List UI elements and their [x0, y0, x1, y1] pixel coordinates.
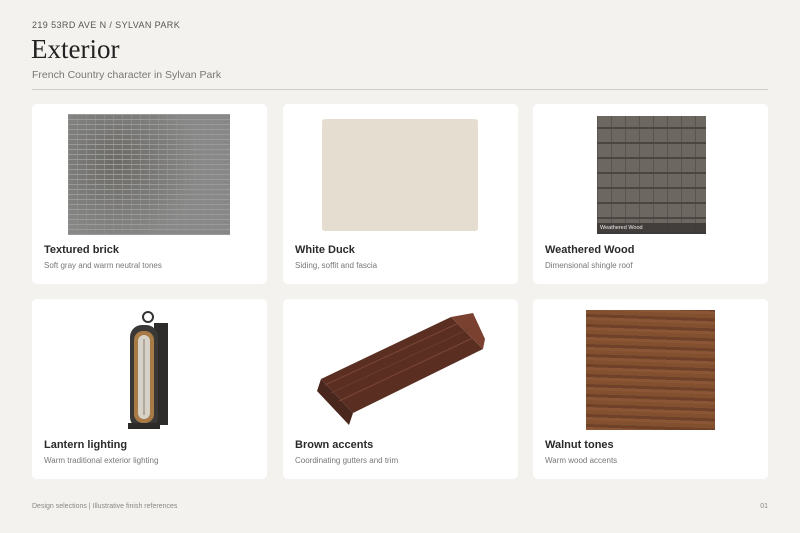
- footer-note: Design selections | Illustrative finish …: [32, 503, 178, 510]
- header-divider: [32, 89, 768, 90]
- roof-shingle-image: Weathered Wood: [597, 116, 706, 234]
- card-walnut-tones[interactable]: Walnut tones Warm wood accents: [533, 299, 768, 479]
- card-brown-accents[interactable]: Brown accents Coordinating gutters and t…: [283, 299, 518, 479]
- card-textured-brick[interactable]: Textured brick Soft gray and warm neutra…: [32, 104, 267, 284]
- lantern-image: [128, 311, 168, 429]
- paint-swatch: [322, 119, 478, 231]
- card-description: Warm traditional exterior lighting: [44, 456, 159, 465]
- card-title: Lantern lighting: [44, 439, 128, 451]
- card-title: White Duck: [295, 244, 355, 256]
- card-description: Warm wood accents: [545, 456, 618, 465]
- page-title: Exterior: [31, 34, 120, 64]
- brick-texture-image: [68, 114, 230, 235]
- card-title: Textured brick: [44, 244, 119, 256]
- card-title: Walnut tones: [545, 439, 614, 451]
- page-number: 01: [760, 503, 768, 510]
- card-title: Weathered Wood: [545, 244, 635, 256]
- image-caption: Weathered Wood: [597, 223, 706, 234]
- card-white-duck[interactable]: White Duck Siding, soffit and fascia: [283, 104, 518, 284]
- gutter-image: [317, 313, 485, 425]
- card-weathered-wood[interactable]: Weathered Wood Weathered Wood Dimensiona…: [533, 104, 768, 284]
- card-title: Brown accents: [295, 439, 374, 451]
- card-description: Dimensional shingle roof: [545, 261, 633, 270]
- page-subtitle: French Country character in Sylvan Park: [32, 69, 222, 81]
- card-description: Soft gray and warm neutral tones: [44, 261, 162, 270]
- walnut-wood-image: [586, 310, 715, 430]
- breadcrumb: 219 53RD AVE N / SYLVAN PARK: [32, 20, 181, 30]
- card-description: Coordinating gutters and trim: [295, 456, 399, 465]
- card-description: Siding, soffit and fascia: [295, 261, 378, 270]
- card-lantern-lighting[interactable]: Lantern lighting Warm traditional exteri…: [32, 299, 267, 479]
